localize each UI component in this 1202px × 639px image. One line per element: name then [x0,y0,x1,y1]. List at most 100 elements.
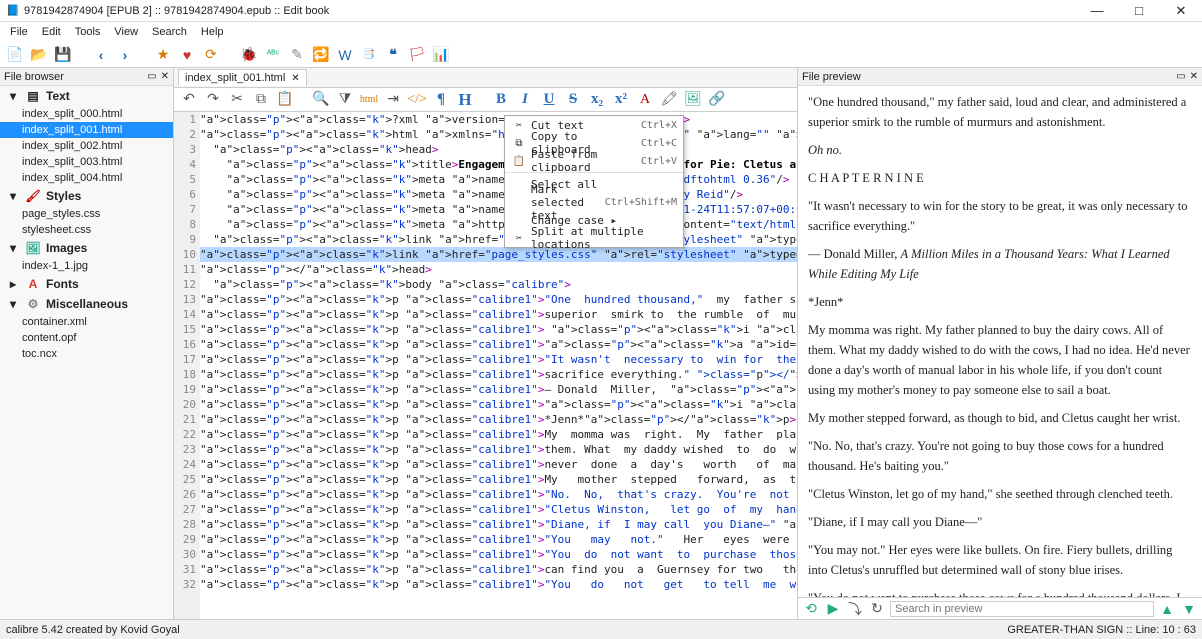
preview-paragraph: "One hundred thousand," my father said, … [808,92,1192,132]
indent-icon[interactable]: ⇥ [384,91,402,109]
flag-icon[interactable]: 🏳 [408,46,426,64]
titlebar: 📘 9781942874904 [EPUB 2] :: 978194287490… [0,0,1202,22]
context-menu-item[interactable]: ✂Split at multiple locations [505,229,683,247]
file-item[interactable]: index_split_000.html [0,106,173,122]
doc-icon[interactable]: 📑 [360,46,378,64]
menu-edit[interactable]: Edit [36,24,67,40]
prev-down-icon[interactable]: ▼ [1180,600,1198,618]
save-icon[interactable]: 💾 [54,46,72,64]
copy-icon[interactable]: ⧉ [252,91,270,109]
code-editor[interactable]: 1234567891011121314151617181920212223242… [174,112,797,619]
undo-icon[interactable]: ↶ [180,91,198,109]
file-item[interactable]: page_styles.css [0,206,173,222]
file-item[interactable]: container.xml [0,314,173,330]
menu-tools[interactable]: Tools [69,24,107,40]
section-images[interactable]: ▾ 🖼 Images [0,238,173,258]
preview-paragraph: Oh no. [808,140,1192,160]
maximize-button[interactable]: □ [1124,3,1154,19]
link-icon[interactable]: 🔗 [708,91,726,109]
code-content[interactable]: "a">class="p"><"a">class="k">?xml "a">ve… [200,112,797,619]
word-icon[interactable]: W [336,46,354,64]
preview-search-input[interactable] [890,601,1154,617]
image-insert-icon[interactable]: 🖼 [684,91,702,109]
redo-icon[interactable]: ↷ [204,91,222,109]
file-item[interactable]: index_split_001.html [0,122,173,138]
collapse-icon: ▾ [6,89,20,103]
menu-help[interactable]: Help [195,24,230,40]
tag-icon[interactable]: </> [408,91,426,109]
html-tag-icon[interactable]: html [360,91,378,109]
tab-index-split-001[interactable]: index_split_001.html ✕ [178,69,307,86]
text-color-icon[interactable]: A [636,91,654,109]
cut-icon[interactable]: ✂ [228,91,246,109]
refresh-icon[interactable]: ⟲ [802,600,820,618]
preview-paragraph: "It wasn't necessary to win for the stor… [808,196,1192,236]
prev-up-icon[interactable]: ▲ [1158,600,1176,618]
preview-paragraph: "Cletus Winston, let go of my hand," she… [808,484,1192,504]
panel-float-icon[interactable]: ▭ [147,71,156,82]
file-item[interactable]: stylesheet.css [0,222,173,238]
collapse-icon: ▾ [6,189,20,203]
new-file-icon[interactable]: 📄 [6,46,24,64]
star-icon[interactable]: ★ [154,46,172,64]
back-icon[interactable]: ‹ [92,46,110,64]
preview-body[interactable]: "One hundred thousand," my father said, … [798,86,1202,597]
fonts-section-icon: A [26,277,40,291]
paste-icon[interactable]: 📋 [276,91,294,109]
preview-paragraph: *Jenn* [808,292,1192,312]
misc-section-icon: ⚙ [26,297,40,311]
search-doc-icon[interactable]: 🔍 [312,91,330,109]
preview-paragraph: — Donald Miller, A Million Miles in a Th… [808,244,1192,284]
preview-pane: File preview ▭ ✕ "One hundred thousand,"… [798,68,1202,619]
panel-float-icon[interactable]: ▭ [1176,71,1185,82]
bold-icon[interactable]: B [492,91,510,109]
section-fonts[interactable]: ▸ A Fonts [0,274,173,294]
context-menu-item[interactable]: 📋Paste from clipboardCtrl+V [505,152,683,170]
file-item[interactable]: content.opf [0,330,173,346]
context-menu-item[interactable]: Mark selected textCtrl+Shift+M [505,193,683,211]
minimize-button[interactable]: — [1082,3,1112,19]
menu-file[interactable]: File [4,24,34,40]
edit-icon[interactable]: ✎ [288,46,306,64]
main-toolbar: 📄 📂 💾 ‹ › ★ ♥ ⟳ 🐞 ᴬᴮᶜ ✎ 🔁 W 📑 ❝ 🏳 📊 [0,42,1202,68]
file-item[interactable]: index_split_002.html [0,138,173,154]
italic-icon[interactable]: I [516,91,534,109]
reset-zoom-icon[interactable]: ↻ [868,600,886,618]
swirl-icon[interactable]: ⟳ [202,46,220,64]
paragraph-icon[interactable]: ¶ [432,91,450,109]
filter-icon[interactable]: ⧩ [336,91,354,109]
play-icon[interactable]: ▶ [824,600,842,618]
quotes-icon[interactable]: ❝ [384,46,402,64]
chart-icon[interactable]: 📊 [432,46,450,64]
close-button[interactable]: ✕ [1166,3,1196,19]
section-styles[interactable]: ▾ 🖌 Styles [0,186,173,206]
spellcheck-icon[interactable]: ᴬᴮᶜ [264,46,282,64]
preview-title: File preview [802,71,861,83]
file-item[interactable]: toc.ncx [0,346,173,362]
heading-icon[interactable]: H [456,91,474,109]
forward-icon[interactable]: › [116,46,134,64]
bug-icon[interactable]: 🐞 [240,46,258,64]
collapse-icon: ▾ [6,241,20,255]
heart-icon[interactable]: ♥ [178,46,196,64]
superscript-icon[interactable]: x² [612,91,630,109]
file-item[interactable]: index-1_1.jpg [0,258,173,274]
section-text[interactable]: ▾ ▤ Text [0,86,173,106]
bg-color-icon[interactable]: 🖍 [660,91,678,109]
section-misc[interactable]: ▾ ⚙ Miscellaneous [0,294,173,314]
tab-close-icon[interactable]: ✕ [291,73,299,84]
tab-label: index_split_001.html [185,72,285,84]
panel-close-icon[interactable]: ✕ [161,71,169,82]
file-item[interactable]: index_split_004.html [0,170,173,186]
file-item[interactable]: index_split_003.html [0,154,173,170]
anchor-icon[interactable]: ⤵ [846,600,864,618]
context-menu: ✂Cut textCtrl+X⧉Copy to clipboardCtrl+C📋… [504,115,684,248]
panel-close-icon[interactable]: ✕ [1190,71,1198,82]
replace-icon[interactable]: 🔁 [312,46,330,64]
open-folder-icon[interactable]: 📂 [30,46,48,64]
menu-search[interactable]: Search [146,24,193,40]
subscript-icon[interactable]: x₂ [588,91,606,109]
menu-view[interactable]: View [108,24,144,40]
strike-icon[interactable]: S [564,91,582,109]
underline-icon[interactable]: U [540,91,558,109]
